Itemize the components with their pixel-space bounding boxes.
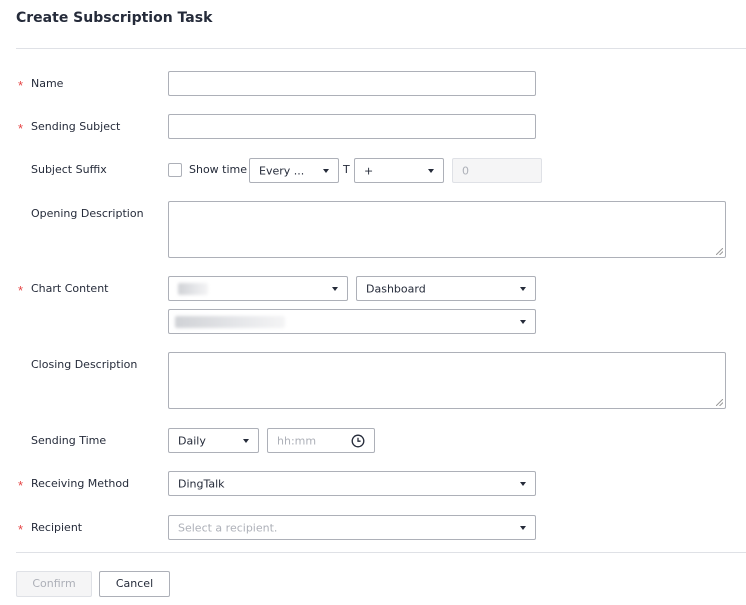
show-time-label: Show time	[189, 163, 248, 176]
recipient-label: Recipient	[31, 521, 83, 534]
caret-down-icon	[520, 481, 526, 486]
page-title: Create Subscription Task	[16, 10, 213, 26]
closing-description-textarea[interactable]	[168, 352, 726, 409]
caret-down-icon	[243, 438, 249, 443]
chart-workspace-select[interactable]	[168, 276, 348, 301]
chart-type-select[interactable]: Dashboard	[356, 276, 536, 301]
offset-input: 0	[452, 158, 542, 183]
receiving-method-value: DingTalk	[178, 477, 225, 490]
caret-down-icon	[428, 168, 434, 173]
operator-select-value: +	[364, 164, 374, 177]
required-mark: *	[18, 121, 24, 136]
operator-select[interactable]: +	[354, 158, 444, 183]
frequency-select[interactable]: Daily	[168, 428, 259, 453]
show-time-checkbox[interactable]	[168, 163, 182, 177]
period-select-value: Every ...	[259, 164, 305, 177]
opening-description-label: Opening Description	[31, 207, 144, 220]
time-placeholder: hh:mm	[277, 434, 317, 447]
chart-item-select[interactable]	[168, 309, 536, 334]
required-mark: *	[18, 522, 24, 537]
offset-value: 0	[462, 164, 469, 177]
required-mark: *	[18, 283, 24, 298]
frequency-value: Daily	[178, 434, 206, 447]
required-mark: *	[18, 478, 24, 493]
period-select[interactable]: Every ...	[249, 158, 339, 183]
chart-type-value: Dashboard	[366, 282, 426, 295]
confirm-button[interactable]: Confirm	[16, 571, 92, 597]
recipient-placeholder: Select a recipient.	[178, 521, 278, 534]
receiving-method-label: Receiving Method	[31, 477, 130, 490]
redacted-value	[178, 282, 208, 295]
resize-handle-icon[interactable]	[716, 248, 723, 255]
recipient-select[interactable]: Select a recipient.	[168, 515, 536, 540]
sending-subject-label: Sending Subject	[31, 120, 121, 133]
caret-down-icon	[520, 319, 526, 324]
cancel-button[interactable]: Cancel	[99, 571, 170, 597]
receiving-method-select[interactable]: DingTalk	[168, 471, 536, 496]
name-label: Name	[31, 77, 64, 90]
caret-down-icon	[520, 525, 526, 530]
subject-suffix-label: Subject Suffix	[31, 163, 107, 176]
sending-subject-input[interactable]	[168, 114, 536, 139]
required-mark: *	[18, 78, 24, 93]
header-divider	[16, 48, 746, 49]
closing-description-label: Closing Description	[31, 358, 138, 371]
chart-content-label: Chart Content	[31, 282, 109, 295]
caret-down-icon	[520, 286, 526, 291]
time-picker[interactable]: hh:mm	[267, 428, 375, 453]
opening-description-textarea[interactable]	[168, 201, 726, 258]
redacted-value	[175, 315, 285, 328]
t-label: T	[343, 163, 350, 176]
name-input[interactable]	[168, 71, 536, 96]
sending-time-label: Sending Time	[31, 434, 107, 447]
clock-icon[interactable]	[351, 434, 365, 448]
resize-handle-icon[interactable]	[716, 399, 723, 406]
caret-down-icon	[323, 168, 329, 173]
caret-down-icon	[332, 286, 338, 291]
footer-divider	[16, 552, 746, 553]
